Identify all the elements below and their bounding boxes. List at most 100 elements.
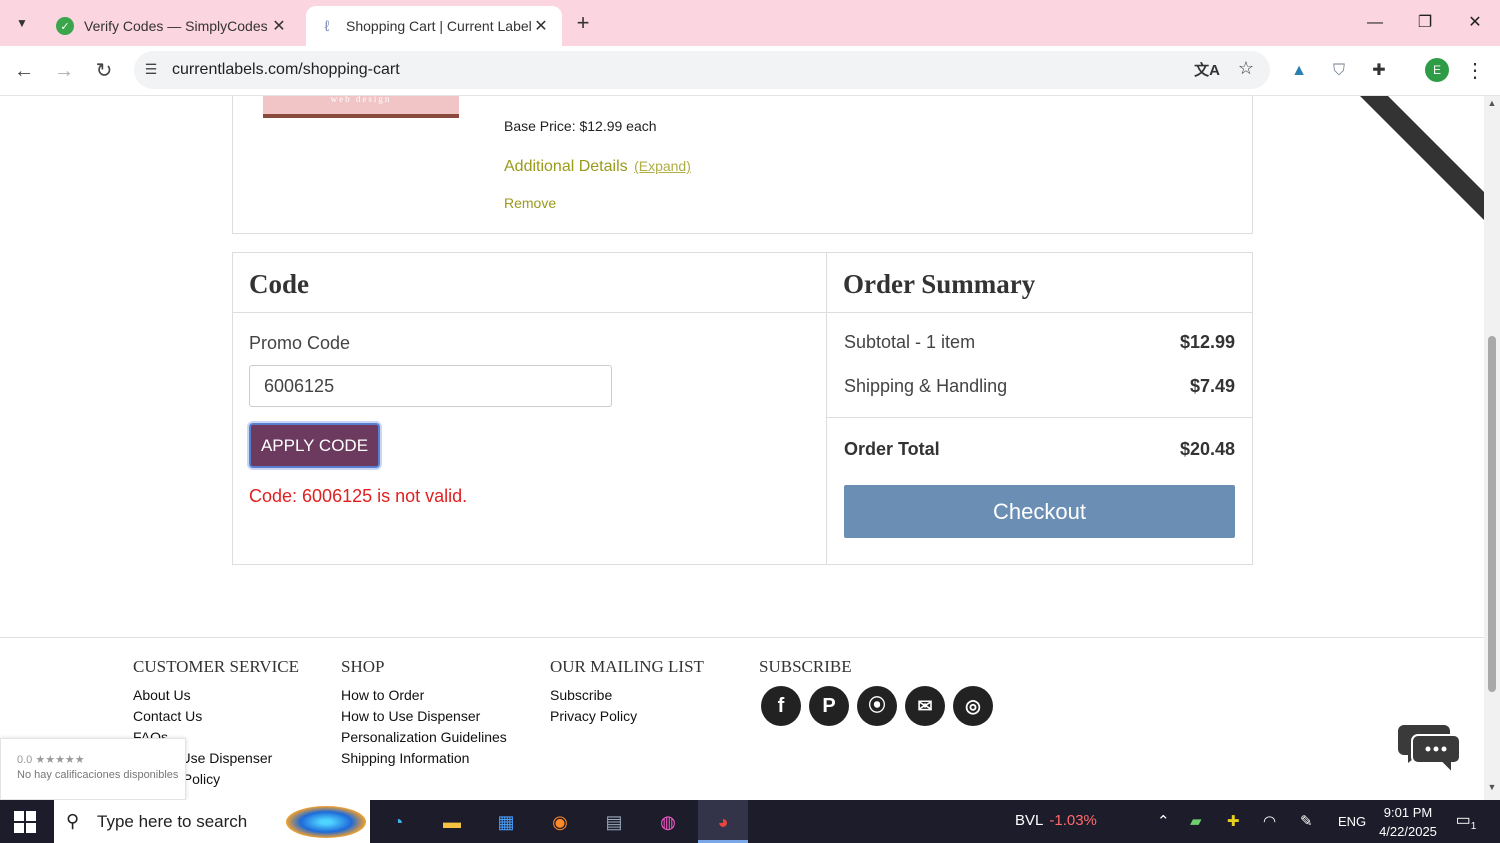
minimize-button[interactable]: — xyxy=(1352,8,1398,38)
url-text[interactable]: currentlabels.com/shopping-cart xyxy=(172,61,400,79)
tray-chevron-icon[interactable]: ⌃ xyxy=(1157,812,1170,830)
footer-link-about-us[interactable]: About Us xyxy=(133,687,299,708)
order-total-value: $20.48 xyxy=(1179,439,1235,459)
footer-link-subscribe[interactable]: Subscribe xyxy=(550,687,704,708)
browser-toolbar: ← → ↻ ☰ currentlabels.com/shopping-cart … xyxy=(0,46,1500,96)
product-image-border xyxy=(263,114,459,118)
tab-title: Shopping Cart | Current Labels xyxy=(346,18,532,34)
tab-title: Verify Codes — SimplyCodes xyxy=(84,18,268,34)
base-price: Base Price: $12.99 each xyxy=(504,118,657,134)
stock-symbol: BVL xyxy=(1015,812,1044,829)
taskbar-search-placeholder: Type here to search xyxy=(97,812,248,831)
profile-avatar[interactable]: E xyxy=(1425,58,1449,82)
back-button[interactable]: ← xyxy=(10,57,38,85)
product-image-text: web design xyxy=(330,96,392,104)
cart-summary-box: Code Promo Code APPLY CODE Code: 6006125… xyxy=(232,252,1253,565)
promo-heading: Code xyxy=(249,269,309,299)
summary-divider xyxy=(827,417,1252,418)
browser-tab-strip: ▼ ✓ Verify Codes — SimplyCodes ✕ ℓ Shopp… xyxy=(0,0,1500,46)
footer-link-contact-us[interactable]: Contact Us xyxy=(133,708,299,729)
stock-widget[interactable]: BVL -1.03% xyxy=(1015,812,1097,829)
cart-item: web design Base Price: $12.99 each Addit… xyxy=(232,96,1253,234)
checkout-button[interactable]: Checkout xyxy=(844,485,1235,538)
remove-link[interactable]: Remove xyxy=(504,195,556,211)
rss-icon[interactable]: ⦿ xyxy=(857,686,897,726)
rating-widget[interactable]: 0.0 ★★★★★ No hay calificaciones disponib… xyxy=(0,738,186,800)
shipping-value: $7.49 xyxy=(1189,376,1235,396)
chat-bubble-icon[interactable] xyxy=(1398,721,1462,777)
footer-link-how-to-order[interactable]: How to Order xyxy=(341,687,507,708)
promo-error-message: Code: 6006125 is not valid. xyxy=(249,486,468,506)
bookmark-star-icon[interactable]: ☆ xyxy=(1238,58,1254,79)
facebook-icon[interactable]: f xyxy=(761,686,801,726)
tray-app-icon[interactable]: ▰ xyxy=(1190,812,1202,830)
color-app-icon[interactable]: ◍ xyxy=(652,806,684,838)
footer-link-how-to-use-dispenser[interactable]: How to Use Dispenser xyxy=(341,708,507,729)
windows-start-icon[interactable] xyxy=(14,811,36,833)
tab-close-icon[interactable]: ✕ xyxy=(532,16,550,36)
tray-plus-icon[interactable]: ✚ xyxy=(1227,812,1240,830)
shipping-row: Shipping & Handling $7.49 xyxy=(844,376,1235,397)
search-icon: ⚲ xyxy=(66,811,80,831)
footer-heading: CUSTOMER SERVICE xyxy=(133,657,299,676)
instagram-icon[interactable]: ◎ xyxy=(953,686,993,726)
screen: ▼ ✓ Verify Codes — SimplyCodes ✕ ℓ Shopp… xyxy=(0,0,1500,843)
pen-icon[interactable]: ✎ xyxy=(1300,812,1313,830)
extensions-puzzle-icon[interactable]: ✚ xyxy=(1367,59,1391,83)
tab-shopping-cart[interactable]: ℓ Shopping Cart | Current Labels ✕ xyxy=(306,6,562,46)
new-tab-button[interactable]: + xyxy=(570,10,596,36)
windows-taskbar: ⚲ Type here to search ◔ ▬ ▦ ◉ ▤ ◍ ◕ BVL -… xyxy=(0,800,1500,843)
restore-button[interactable]: ❐ xyxy=(1402,8,1448,38)
page-viewport: web design Base Price: $12.99 each Addit… xyxy=(0,96,1484,800)
file-explorer-icon[interactable]: ▬ xyxy=(436,806,468,838)
pinterest-icon[interactable]: P xyxy=(809,686,849,726)
tab-search-button[interactable]: ▼ xyxy=(8,9,36,37)
footer-link-personalization[interactable]: Personalization Guidelines xyxy=(341,729,507,750)
product-thumbnail[interactable]: web design xyxy=(263,96,459,216)
language-indicator[interactable]: ENG xyxy=(1338,814,1366,829)
translate-icon[interactable]: 文A xyxy=(1194,59,1220,80)
tab-close-icon[interactable]: ✕ xyxy=(270,16,288,36)
microsoft-store-icon[interactable]: ▦ xyxy=(490,806,522,838)
order-total-row: Order Total $20.48 xyxy=(844,439,1235,460)
scroll-down-arrow-icon[interactable]: ▼ xyxy=(1487,782,1497,792)
notification-center-icon[interactable]: ▭1 xyxy=(1452,810,1480,834)
page-scrollbar[interactable]: ▲ ▼ xyxy=(1484,96,1500,800)
currentlabels-favicon-icon: ℓ xyxy=(324,17,330,35)
expand-link[interactable]: (Expand) xyxy=(634,158,691,174)
scroll-thumb[interactable] xyxy=(1488,336,1496,692)
address-bar[interactable]: ☰ currentlabels.com/shopping-cart 文A ☆ xyxy=(134,51,1270,89)
chrome-icon[interactable]: ◕ xyxy=(707,806,739,838)
edge-icon[interactable]: ◔ xyxy=(382,806,414,838)
reload-button[interactable]: ↻ xyxy=(90,57,118,85)
order-summary-panel: Order Summary Subtotal - 1 item $12.99 S… xyxy=(827,253,1252,564)
promo-code-input[interactable] xyxy=(249,365,612,407)
subtotal-label: Subtotal - 1 item xyxy=(844,332,976,352)
scroll-up-arrow-icon[interactable]: ▲ xyxy=(1487,98,1497,108)
tab-verify-codes[interactable]: ✓ Verify Codes — SimplyCodes ✕ xyxy=(44,6,300,46)
promo-code-label: Promo Code xyxy=(249,333,351,353)
browser-menu-icon[interactable]: ⋮ xyxy=(1465,58,1485,84)
footer-heading: SUBSCRIBE xyxy=(759,657,852,676)
taskbar-clock[interactable]: 9:01 PM 4/22/2025 xyxy=(1375,803,1441,841)
simplycodes-favicon-icon: ✓ xyxy=(56,17,74,35)
summary-header: Order Summary xyxy=(827,253,1252,313)
extension-hat-icon[interactable]: ▲ xyxy=(1287,59,1311,83)
firefox-icon[interactable]: ◉ xyxy=(544,806,576,838)
forward-button[interactable]: → xyxy=(50,57,78,85)
taskbar-search-box[interactable]: ⚲ Type here to search xyxy=(54,800,370,843)
footer-heading: SHOP xyxy=(341,657,385,676)
apply-code-button[interactable]: APPLY CODE xyxy=(249,423,380,468)
extension-shield-icon[interactable]: ⛉ xyxy=(1327,59,1351,83)
search-highlight-image xyxy=(286,806,366,838)
close-window-button[interactable]: ✕ xyxy=(1452,8,1498,38)
calculator-icon[interactable]: ▤ xyxy=(598,806,630,838)
footer-subscribe: SUBSCRIBE xyxy=(759,657,852,687)
footer-link-privacy[interactable]: Privacy Policy xyxy=(550,708,704,729)
order-total-label: Order Total xyxy=(844,439,940,459)
footer-link-shipping-info[interactable]: Shipping Information xyxy=(341,750,507,771)
site-info-icon[interactable]: ☰ xyxy=(142,61,160,79)
wifi-icon[interactable]: ◠ xyxy=(1263,812,1276,830)
email-icon[interactable]: ✉ xyxy=(905,686,945,726)
shipping-label: Shipping & Handling xyxy=(844,376,1008,396)
